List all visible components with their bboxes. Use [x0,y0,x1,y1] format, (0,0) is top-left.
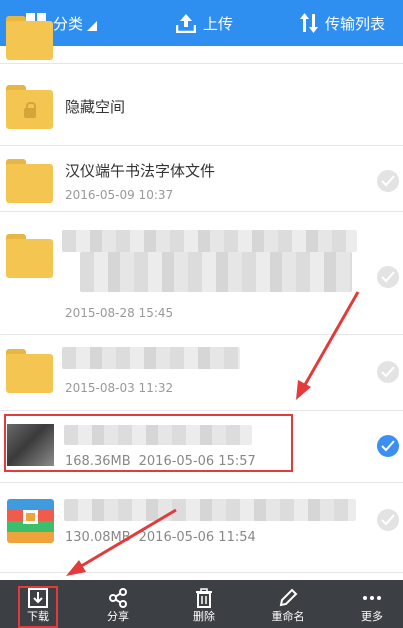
list-item[interactable]: 隐藏空间 [0,64,403,146]
download-highlight-box [18,586,58,628]
check-icon [381,440,395,452]
upload-button[interactable]: 上传 [176,0,233,46]
list-item[interactable]: 2015-08-28 15:45 [0,212,403,335]
selected-file-highlight-box [4,414,293,472]
folder-icon [6,159,53,203]
transfer-list-button[interactable]: 传输列表 [300,0,385,46]
share-button[interactable]: 分享 [88,580,148,628]
top-toolbar: 分类 上传 传输列表 [0,0,403,46]
transfer-label: 传输列表 [325,14,386,33]
check-icon [381,514,395,526]
trash-icon [196,588,212,608]
blurred-file-name [62,347,240,369]
delete-button[interactable]: 删除 [174,580,234,628]
check-icon [381,366,395,378]
category-label: 分类 [53,14,84,33]
pencil-icon [279,588,298,607]
rename-label: 重命名 [271,610,305,623]
delete-label: 删除 [193,610,215,623]
more-button[interactable]: 更多 [342,580,402,628]
upload-icon [176,14,196,33]
locked-folder-icon [6,85,53,129]
list-item[interactable]: 汉仪端午书法字体文件 2016-05-09 10:37 [0,146,403,212]
archive-icon [7,499,54,543]
select-checkbox[interactable] [377,266,399,288]
share-label: 分享 [107,610,129,623]
more-icon [363,596,381,600]
folder-icon [6,234,53,278]
more-label: 更多 [361,610,383,623]
folder-icon [6,16,53,60]
blurred-file-name [62,230,357,252]
select-checkbox[interactable] [377,170,399,192]
list-item[interactable]: 130.08MB 2016-05-06 11:54 [0,483,403,573]
caret-down-icon [87,21,98,31]
check-icon [381,175,395,187]
file-name: 隐藏空间 [65,98,126,116]
file-date: 2016-05-06 11:54 [138,530,256,545]
upload-label: 上传 [203,14,234,33]
file-info: 130.08MB 2016-05-06 11:54 [65,530,256,545]
file-date: 2016-05-09 10:37 [65,188,174,202]
file-name: 汉仪端午书法字体文件 [65,162,216,180]
list-item[interactable] [0,16,403,64]
rename-button[interactable]: 重命名 [258,580,318,628]
file-date: 2015-08-28 15:45 [65,306,174,320]
transfer-icon [300,13,318,33]
select-checkbox[interactable] [377,361,399,383]
blurred-file-name [80,252,352,292]
select-checkbox[interactable] [377,509,399,531]
blurred-file-name [64,499,356,521]
check-icon [381,271,395,283]
folder-icon [6,349,53,393]
select-checkbox-checked[interactable] [377,435,399,457]
bottom-action-bar: 下载 分享 删除 重命名 更多 [0,580,403,628]
file-date: 2015-08-03 11:32 [65,381,174,395]
list-item[interactable]: 2015-08-03 11:32 [0,335,403,411]
file-size: 130.08MB [65,530,131,545]
share-icon [109,588,127,608]
